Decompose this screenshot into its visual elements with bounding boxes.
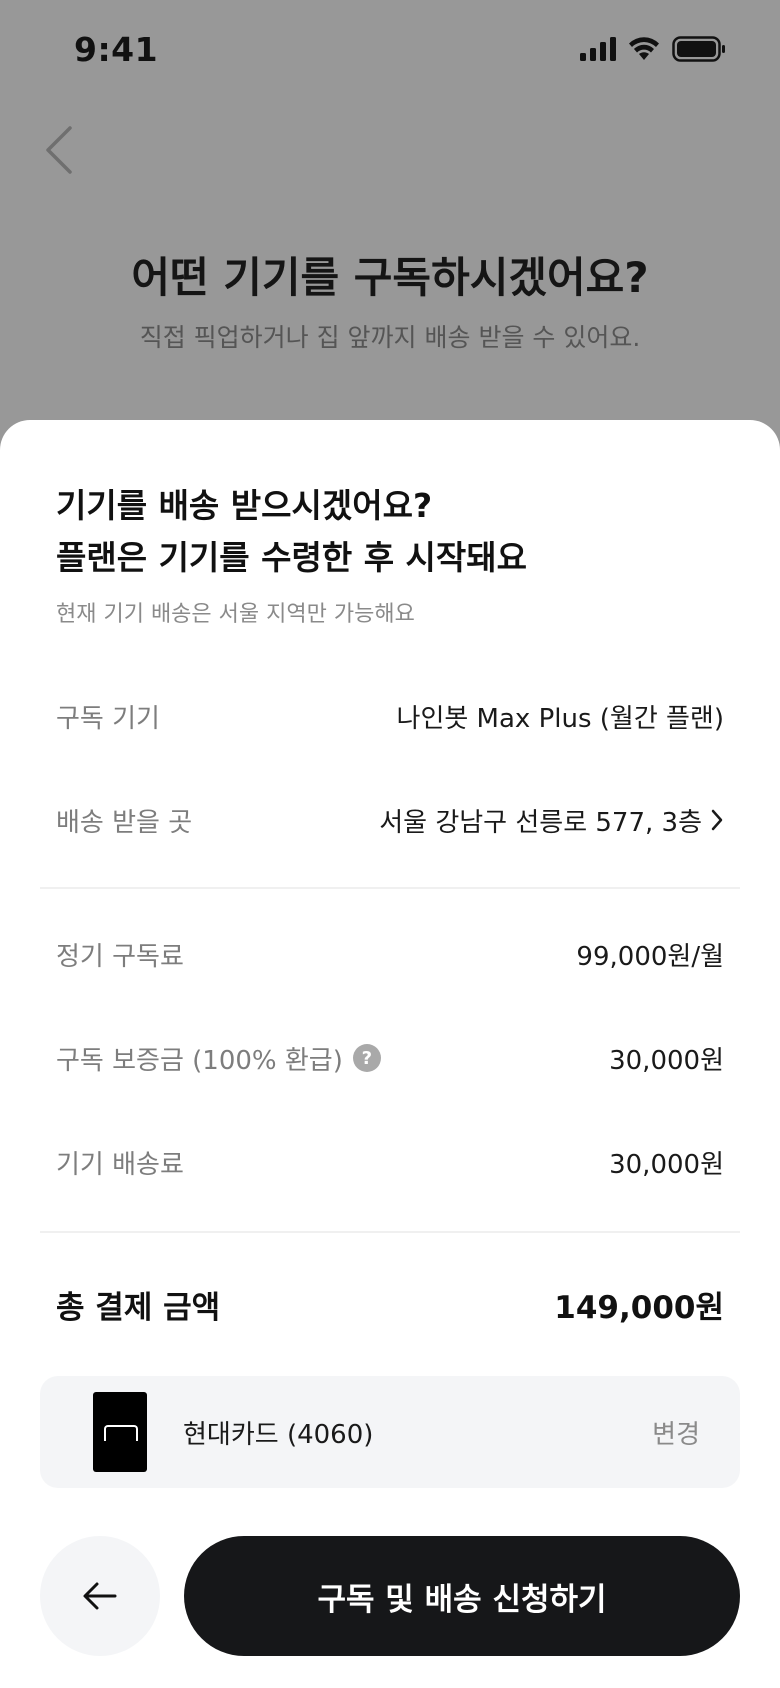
- battery-icon: [672, 36, 725, 62]
- card-icon: [93, 1392, 147, 1472]
- row-shipping-fee-value: 30,000원: [609, 1149, 724, 1180]
- status-icons: [580, 36, 726, 62]
- row-address-value-wrap[interactable]: 서울 강남구 선릉로 577, 3층: [379, 802, 724, 839]
- submit-subscription-button[interactable]: 구독 및 배송 신청하기: [184, 1536, 740, 1656]
- total-value: 149,000원: [554, 1290, 724, 1326]
- row-device: 구독 기기 나인봇 Max Plus (월간 플랜): [56, 696, 724, 736]
- row-deposit-label-wrap: 구독 보증금 (100% 환급) ?: [56, 1040, 381, 1077]
- sheet-title-line-2: 플랜은 기기를 수령한 후 시작돼요: [56, 538, 527, 577]
- change-payment-button[interactable]: 변경: [652, 1414, 700, 1451]
- row-device-value: 나인봇 Max Plus (월간 플랜): [396, 703, 724, 734]
- row-address-label: 배송 받을 곳: [56, 807, 193, 838]
- page-title: 어떤 기기를 구독하시겠어요?: [131, 253, 649, 302]
- row-subscription-fee-label: 정기 구독료: [56, 941, 184, 972]
- screen: 9:41 어떤 기기를 구독하시겠어요? 직접 픽업하거나 집 앞까지 배송 받…: [0, 0, 780, 1688]
- row-deposit-label: 구독 보증금 (100% 환급): [56, 1045, 343, 1076]
- page-subtitle: 직접 픽업하거나 집 앞까지 배송 받을 수 있어요.: [139, 323, 641, 352]
- delivery-note: 현재 기기 배송은 서울 지역만 가능해요: [56, 602, 415, 627]
- row-subscription-fee: 정기 구독료 99,000원/월: [56, 934, 724, 974]
- total-label: 총 결제 금액: [56, 1290, 221, 1326]
- divider: [40, 1231, 740, 1233]
- previous-button[interactable]: [40, 1536, 160, 1656]
- card-name: 현대카드 (4060): [183, 1420, 374, 1450]
- back-button[interactable]: [40, 122, 80, 178]
- payment-method[interactable]: 현대카드 (4060) 변경: [40, 1376, 740, 1488]
- row-shipping-fee: 기기 배송료 30,000원: [56, 1142, 724, 1182]
- row-deposit: 구독 보증금 (100% 환급) ? 30,000원: [56, 1038, 724, 1078]
- wifi-icon: [629, 37, 659, 60]
- arrow-left-icon: [83, 1582, 117, 1610]
- total-row: 총 결제 금액 149,000원: [56, 1282, 724, 1327]
- row-subscription-fee-value: 99,000원/월: [576, 941, 724, 972]
- row-deposit-value: 30,000원: [609, 1045, 724, 1076]
- row-shipping-fee-label: 기기 배송료: [56, 1149, 184, 1180]
- sheet-title-line-1: 기기를 배송 받으시겠어요?: [56, 486, 433, 525]
- row-address[interactable]: 배송 받을 곳 서울 강남구 선릉로 577, 3층: [56, 800, 724, 840]
- signal-icon: [580, 37, 616, 61]
- divider: [40, 887, 740, 889]
- delivery-bottom-sheet: 기기를 배송 받으시겠어요? 플랜은 기기를 수령한 후 시작돼요 현재 기기 …: [0, 420, 780, 1688]
- chevron-left-icon: [46, 126, 72, 174]
- status-bar: 9:41: [0, 0, 780, 104]
- chevron-right-icon: [711, 809, 723, 831]
- row-address-value: 서울 강남구 선릉로 577, 3층: [379, 807, 702, 838]
- sheet-title: 기기를 배송 받으시겠어요? 플랜은 기기를 수령한 후 시작돼요: [56, 480, 527, 584]
- status-time: 9:41: [74, 30, 159, 69]
- help-icon[interactable]: ?: [352, 1044, 381, 1072]
- row-device-label: 구독 기기: [56, 703, 160, 734]
